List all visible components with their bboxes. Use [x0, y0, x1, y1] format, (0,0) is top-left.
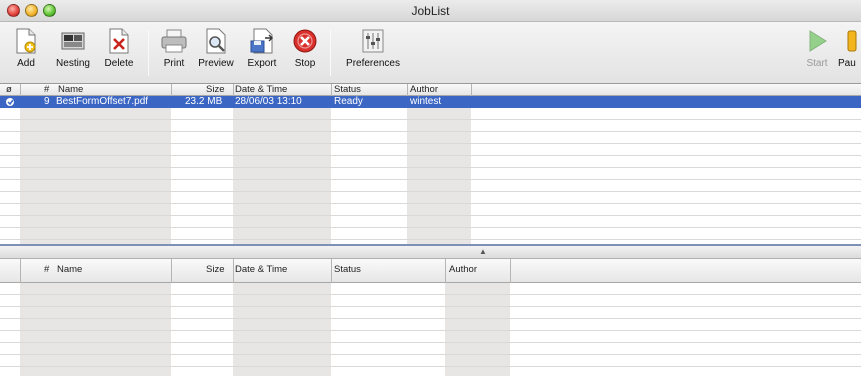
history-table-header: # Name Size Date & Time Status Author [0, 259, 861, 283]
nesting-icon [61, 32, 85, 50]
column-header-size[interactable]: Size [206, 84, 224, 95]
pause-icon [847, 30, 857, 52]
table-row[interactable]: 9 BestFormOffset7.pdf 23.2 MB 28/06/03 1… [0, 96, 861, 108]
row-number: 9 [44, 96, 50, 107]
preview-button[interactable]: Preview [196, 28, 236, 69]
toolbar-separator [148, 30, 149, 76]
column-header-icon[interactable]: ø [6, 84, 12, 95]
sliders-icon [362, 29, 384, 53]
export-icon [250, 28, 273, 54]
print-button[interactable]: Print [158, 28, 190, 69]
printer-icon [161, 29, 187, 53]
job-status-icon [5, 97, 15, 111]
pause-button[interactable]: Pau [838, 28, 861, 69]
play-icon [809, 30, 827, 52]
column-header-status[interactable]: Status [334, 259, 361, 281]
split-view-divider[interactable]: ▲ [0, 244, 861, 259]
export-button[interactable]: Export [244, 28, 280, 69]
row-date-time: 28/06/03 13:10 [235, 96, 302, 107]
preview-icon [206, 28, 226, 54]
toolbar-separator [330, 30, 331, 76]
stop-button[interactable]: Stop [290, 28, 320, 69]
column-header-author[interactable]: Author [410, 84, 438, 95]
divider-grip-icon: ▲ [479, 247, 487, 256]
nesting-button[interactable]: Nesting [52, 28, 94, 69]
column-header-date-time[interactable]: Date & Time [235, 84, 287, 95]
column-header-number[interactable]: # [44, 259, 49, 281]
job-table[interactable]: 9 BestFormOffset7.pdf 23.2 MB 28/06/03 1… [0, 96, 861, 244]
title-bar: JobList [0, 0, 861, 22]
job-table-header: ø # Name Size Date & Time Status Author [0, 84, 861, 96]
add-button[interactable]: Add [10, 28, 42, 69]
row-author: wintest [410, 96, 442, 107]
column-header-author[interactable]: Author [449, 259, 477, 281]
column-header-number[interactable]: # [44, 84, 49, 95]
column-header-name[interactable]: Name [57, 259, 82, 281]
row-name: BestFormOffset7.pdf [56, 96, 149, 107]
column-header-date-time[interactable]: Date & Time [235, 259, 287, 281]
column-header-size[interactable]: Size [206, 259, 224, 281]
delete-icon [109, 28, 129, 54]
add-icon [16, 28, 36, 54]
column-header-name[interactable]: Name [58, 84, 83, 95]
window-title: JobList [411, 4, 450, 18]
start-button[interactable]: Start [803, 28, 831, 69]
preferences-button[interactable]: Preferences [342, 28, 404, 69]
toolbar: Add Nesting Delete Print Preview Export … [0, 22, 861, 84]
column-header-status[interactable]: Status [334, 84, 361, 95]
history-table[interactable] [0, 283, 861, 376]
row-status: Ready [334, 96, 363, 107]
row-size: 23.2 MB [185, 96, 223, 107]
delete-button[interactable]: Delete [102, 28, 136, 69]
stop-icon [293, 29, 317, 53]
